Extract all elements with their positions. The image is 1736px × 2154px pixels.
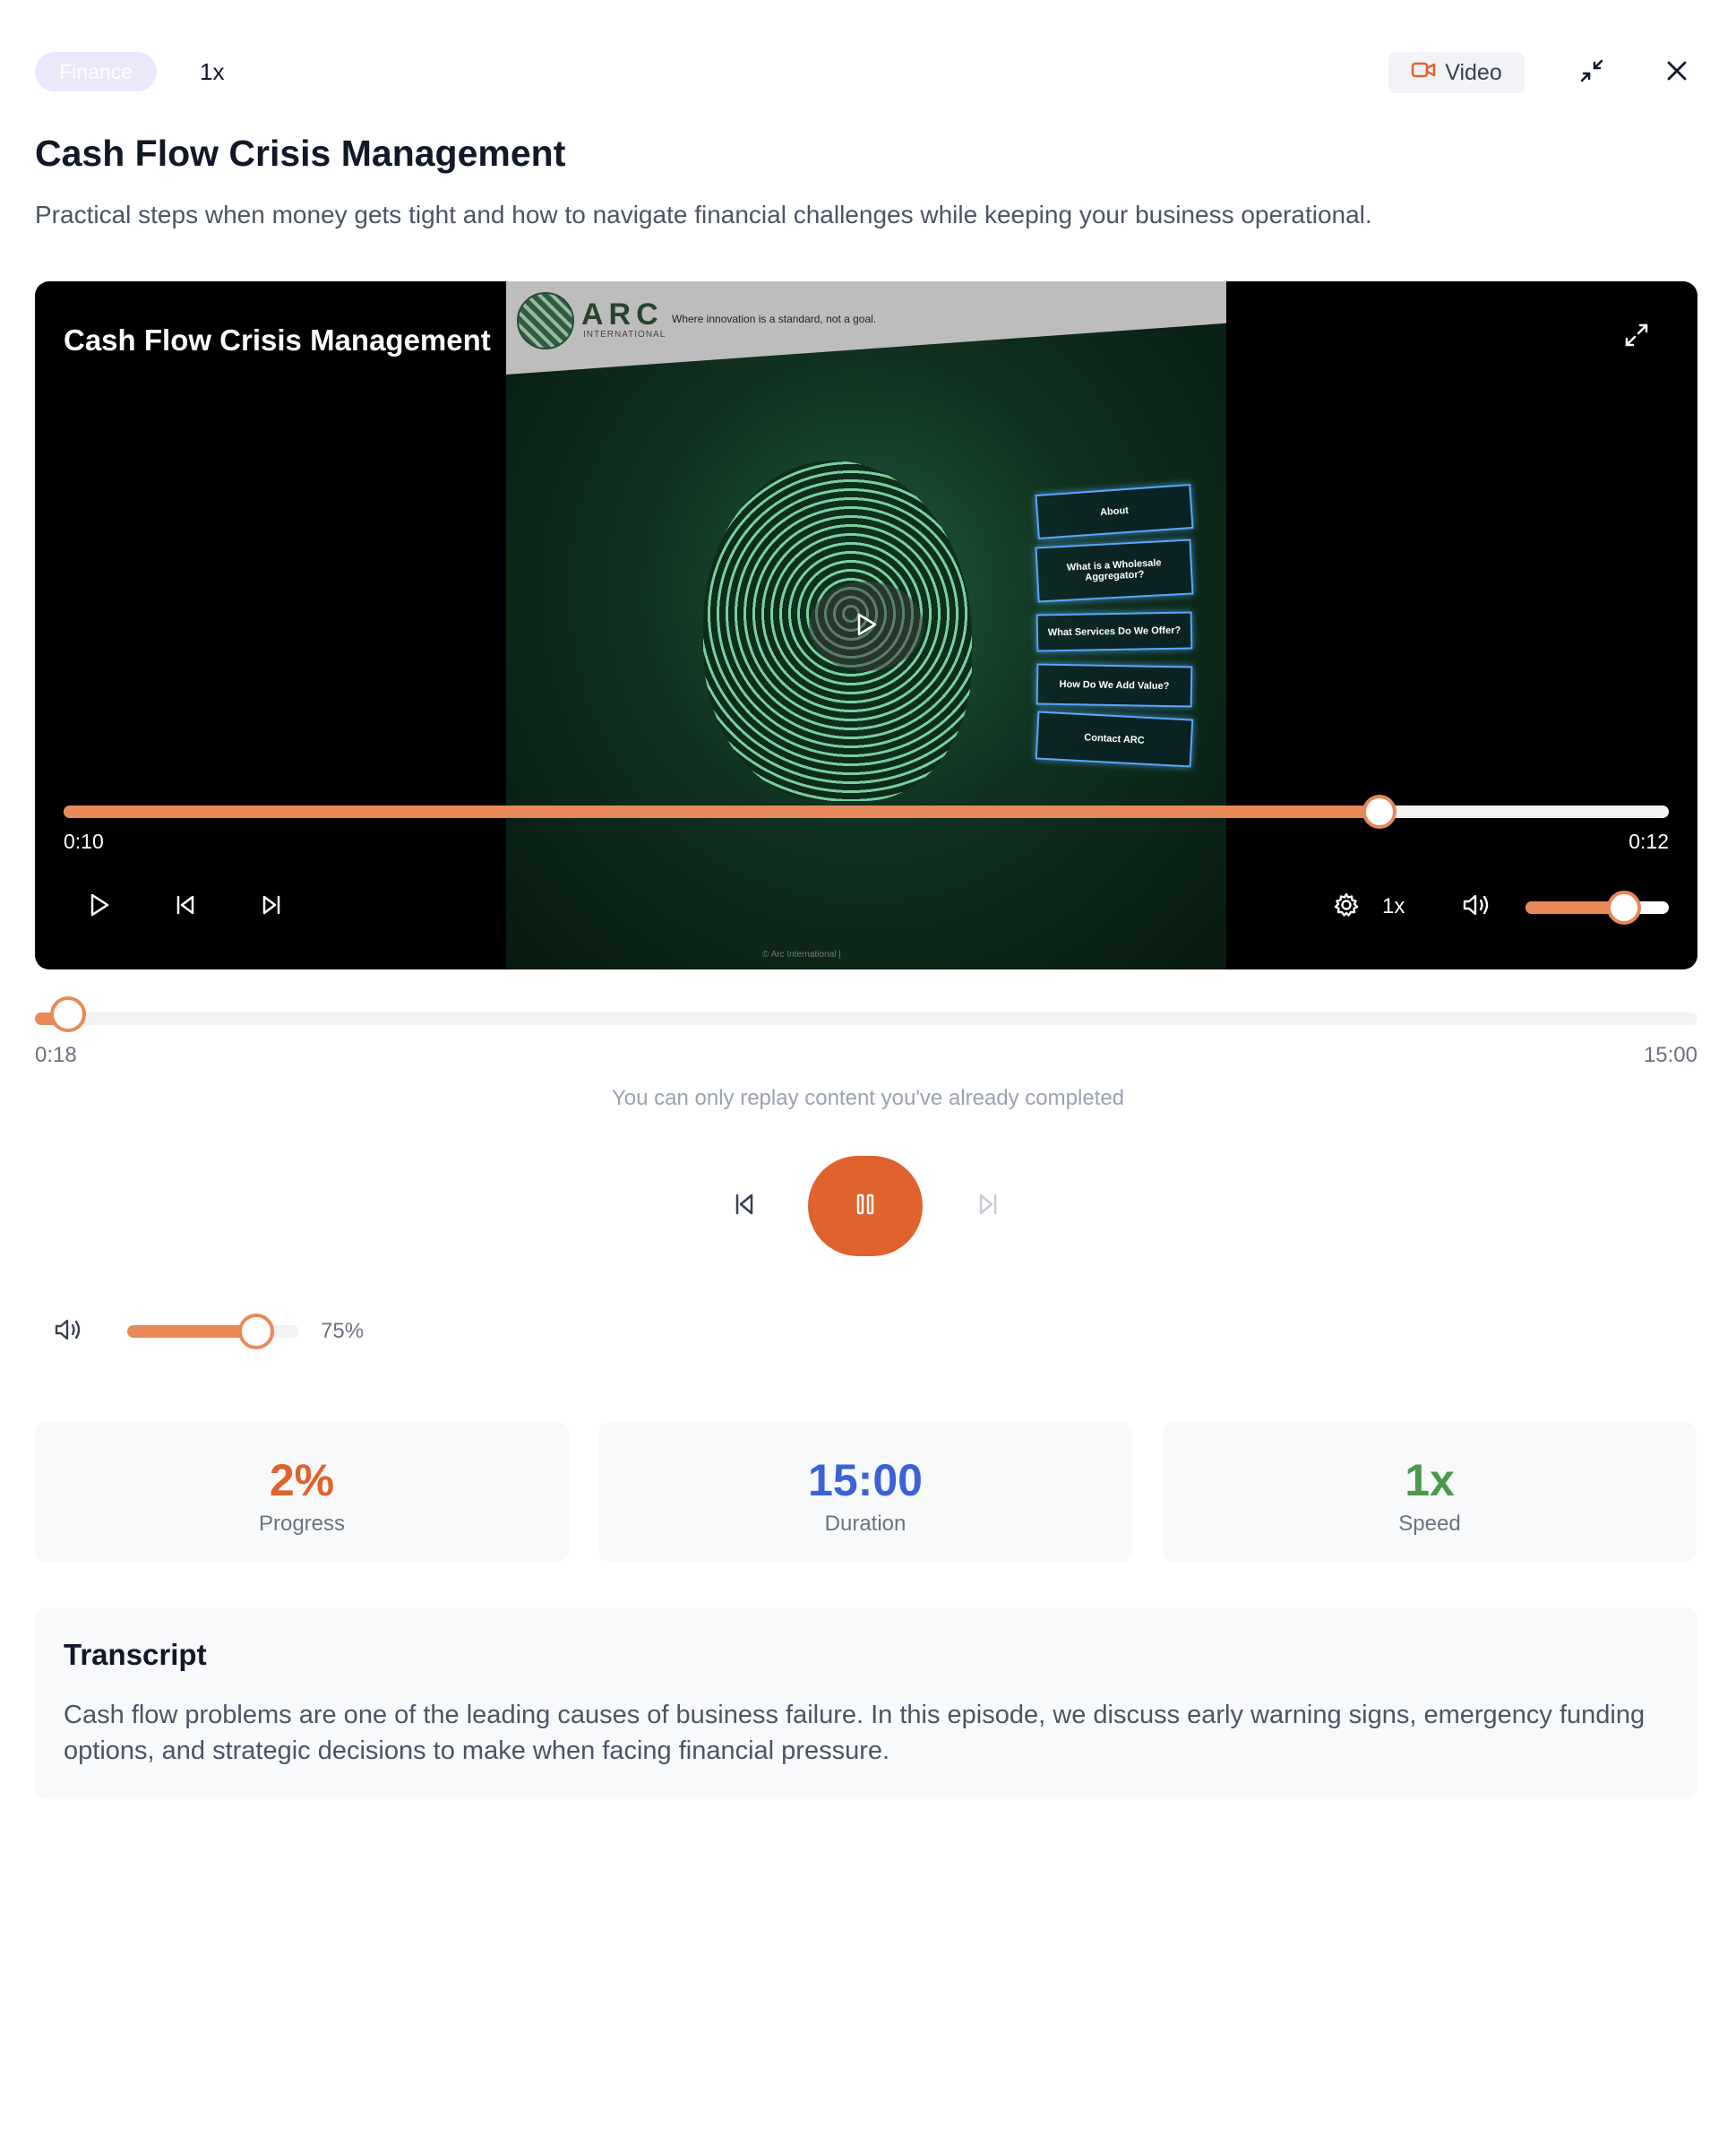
frame-menu-item: What is a Wholesale Aggregator? <box>1035 538 1194 603</box>
episode-duration: 15:00 <box>1643 1043 1697 1067</box>
frame-menu-item: How Do We Add Value? <box>1036 663 1193 708</box>
stat-label: Speed <box>1398 1512 1461 1536</box>
video-toggle-button[interactable]: Video <box>1388 52 1525 93</box>
skip-back-icon <box>732 1192 757 1221</box>
stat-card-speed: 1x Speed <box>1163 1422 1697 1562</box>
skip-back-icon <box>174 893 197 921</box>
minimize-icon <box>1578 57 1605 89</box>
frame-menu-item: What Services Do We Offer? <box>1036 611 1193 652</box>
arc-globe-logo <box>517 292 574 349</box>
stat-value: 15:00 <box>808 1455 923 1505</box>
play-button[interactable] <box>82 889 117 925</box>
player-volume-thumb[interactable] <box>1607 891 1642 925</box>
arc-tagline: Where innovation is a standard, not a go… <box>672 313 877 325</box>
transcript-panel: Transcript Cash flow problems are one of… <box>35 1607 1697 1799</box>
video-camera-icon <box>1411 60 1436 86</box>
skip-back-button[interactable] <box>168 889 203 925</box>
video-seek-fill <box>64 806 1380 818</box>
frame-menu-item: Contact ARC <box>1035 711 1194 768</box>
player-title: Cash Flow Crisis Management <box>64 323 491 357</box>
player-volume-slider[interactable] <box>1525 891 1669 925</box>
play-icon <box>854 611 879 642</box>
volume-button[interactable] <box>54 1315 90 1348</box>
settings-button[interactable] <box>1328 889 1364 925</box>
stat-card-duration: 15:00 Duration <box>598 1422 1132 1562</box>
episode-description: Practical steps when money gets tight an… <box>35 201 1372 228</box>
frame-menu-item: About <box>1035 483 1194 540</box>
stat-value: 2% <box>269 1455 335 1505</box>
speed-indicator[interactable]: 1x <box>200 52 224 91</box>
center-play-button[interactable] <box>809 582 924 671</box>
previous-button[interactable] <box>724 1188 765 1224</box>
replay-note: You can only replay content you've alrea… <box>611 1086 1125 1110</box>
volume-slider-thumb[interactable] <box>238 1314 274 1349</box>
player-speed[interactable]: 1x <box>1382 889 1405 925</box>
close-button[interactable] <box>1656 52 1697 93</box>
close-icon <box>1665 59 1689 87</box>
video-seek-bar[interactable] <box>64 795 1669 829</box>
stat-card-progress: 2% Progress <box>35 1422 569 1562</box>
minimize-button[interactable] <box>1571 52 1612 93</box>
frame-footer: © Arc International | <box>762 950 841 960</box>
video-player[interactable]: ARC INTERNATIONAL Where innovation is a … <box>35 281 1697 969</box>
volume-button[interactable] <box>1457 889 1497 925</box>
fullscreen-button[interactable] <box>1622 321 1651 354</box>
arc-brand-sub: INTERNATIONAL <box>583 330 666 340</box>
video-toggle-label: Video <box>1445 59 1502 85</box>
stat-value: 1x <box>1405 1455 1455 1505</box>
skip-forward-button[interactable] <box>254 889 289 925</box>
category-tag[interactable]: Finance <box>35 52 157 91</box>
next-button-disabled[interactable] <box>967 1188 1009 1224</box>
episode-title: Cash Flow Crisis Management <box>35 133 566 174</box>
settings-icon <box>1333 892 1360 923</box>
volume-icon <box>54 1317 84 1347</box>
stat-label: Progress <box>258 1512 346 1536</box>
volume-icon <box>1462 892 1492 922</box>
volume-percent: 75% <box>321 1319 365 1343</box>
volume-slider[interactable] <box>127 1314 299 1349</box>
video-seek-thumb[interactable] <box>1362 795 1397 829</box>
fullscreen-icon <box>1622 323 1651 353</box>
video-current-time: 0:10 <box>64 830 104 853</box>
transcript-text: Cash flow problems are one of the leadin… <box>64 1701 1646 1765</box>
episode-progress-thumb[interactable] <box>50 996 87 1032</box>
video-duration: 0:12 <box>1629 830 1669 853</box>
skip-forward-icon <box>260 893 283 921</box>
volume-slider-fill <box>127 1325 256 1338</box>
arc-brand: ARC <box>581 297 664 332</box>
top-bar: Finance 1x Video <box>35 52 1697 93</box>
skip-forward-icon <box>975 1192 1001 1221</box>
pause-button[interactable] <box>808 1156 923 1256</box>
episode-current-time: 0:18 <box>35 1043 77 1067</box>
pause-icon <box>855 1192 876 1221</box>
episode-progress-bar[interactable] <box>35 996 1697 1032</box>
transcript-title: Transcript <box>64 1638 207 1671</box>
play-icon <box>88 892 111 922</box>
stat-label: Duration <box>824 1512 907 1536</box>
